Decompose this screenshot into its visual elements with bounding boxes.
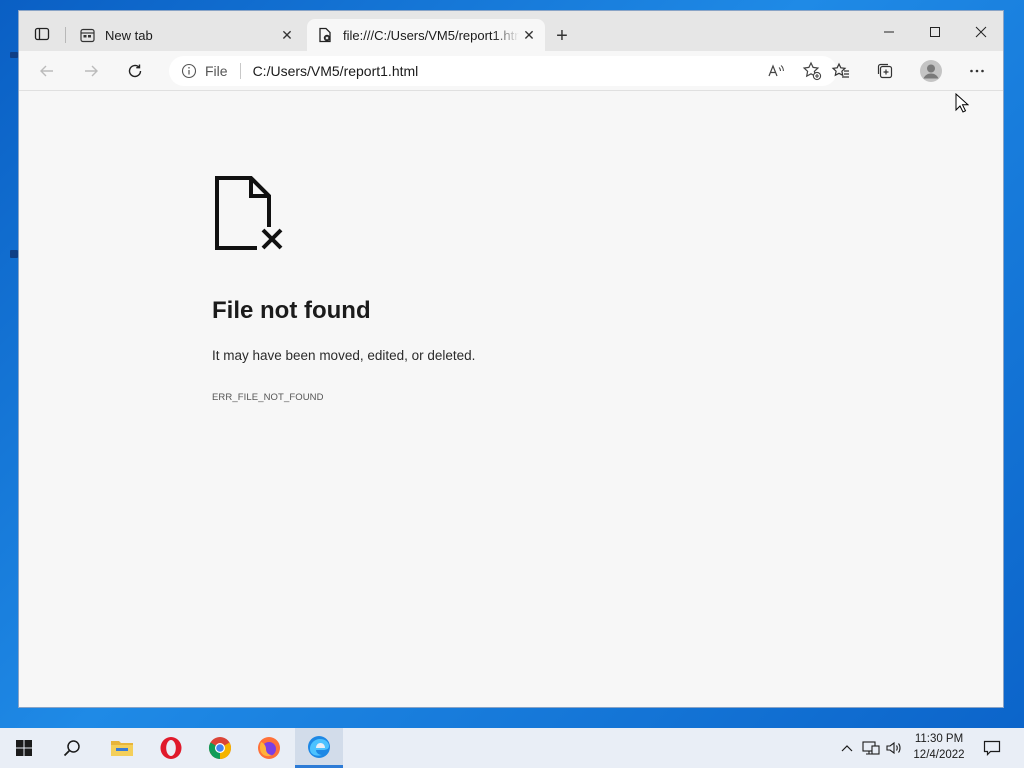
address-bar[interactable]: File C:/Users/VM5/report1.html	[169, 56, 837, 86]
tab-close-icon[interactable]: ✕	[519, 25, 539, 45]
notification-icon	[983, 740, 1001, 756]
file-not-found-icon	[215, 176, 285, 251]
volume-icon	[886, 741, 901, 755]
favorites-button[interactable]	[827, 58, 855, 84]
volume-button[interactable]	[884, 728, 904, 768]
network-button[interactable]	[861, 728, 881, 768]
mouse-cursor-icon	[955, 93, 969, 113]
search-icon	[63, 740, 80, 757]
profile-button[interactable]	[917, 58, 945, 84]
taskbar-opera[interactable]	[147, 728, 195, 768]
clock-time: 11:30 PM	[914, 733, 964, 745]
minimize-icon	[884, 31, 894, 33]
taskbar-search-button[interactable]	[48, 728, 96, 768]
show-hidden-icons-button[interactable]	[838, 728, 856, 768]
refresh-icon	[128, 64, 142, 78]
collections-button[interactable]	[871, 58, 899, 84]
chevron-up-icon	[841, 745, 853, 752]
back-button[interactable]	[33, 58, 61, 84]
page-title: File not found	[212, 297, 371, 324]
url-text[interactable]: C:/Users/VM5/report1.html	[253, 63, 765, 79]
tab-divider	[65, 27, 66, 43]
more-options-icon	[970, 69, 984, 73]
tab-actions-icon	[34, 27, 50, 41]
tab-actions-button[interactable]	[31, 23, 53, 45]
close-icon	[975, 26, 987, 38]
network-icon	[862, 741, 880, 755]
start-icon	[16, 740, 32, 756]
forward-button[interactable]	[77, 58, 105, 84]
refresh-button[interactable]	[121, 58, 149, 84]
desktop-icon-fragment	[10, 52, 18, 58]
taskbar-edge[interactable]	[295, 728, 343, 768]
tab-title: New tab	[105, 27, 153, 43]
tab-close-icon[interactable]: ✕	[277, 25, 297, 45]
maximize-icon	[930, 27, 940, 37]
new-tab-button[interactable]: +	[551, 25, 573, 47]
start-button[interactable]	[0, 728, 48, 768]
address-divider	[239, 63, 241, 79]
taskbar-chrome[interactable]	[196, 728, 244, 768]
error-description: It may have been moved, edited, or delet…	[212, 348, 476, 363]
notifications-button[interactable]	[978, 728, 1006, 768]
desktop-icon-fragment	[10, 250, 18, 258]
favorites-icon	[831, 62, 849, 78]
page-content: File not found It may have been moved, e…	[19, 91, 1003, 707]
tab-report1[interactable]: file:///C:/Users/VM5/report1.html ✕	[307, 19, 545, 51]
avatar-icon	[920, 60, 942, 82]
file-explorer-icon	[111, 741, 133, 756]
tab-new-tab[interactable]: New tab ✕	[69, 19, 303, 51]
edge-icon	[308, 735, 330, 758]
minimize-button[interactable]	[866, 17, 912, 47]
taskbar: 11:30 PM 12/4/2022	[0, 728, 1024, 768]
forward-arrow-icon	[85, 65, 98, 77]
taskbar-firefox[interactable]	[245, 728, 293, 768]
tab-title: file:///C:/Users/VM5/report1.html	[343, 27, 519, 43]
back-arrow-icon	[40, 65, 53, 77]
tab-strip: New tab ✕ file:///C:/Users/VM5/report1.h…	[19, 11, 1003, 51]
clock-date: 12/4/2022	[913, 749, 965, 761]
close-window-button[interactable]	[958, 17, 1004, 47]
new-tab-page-icon	[79, 27, 95, 43]
chrome-icon	[209, 737, 231, 759]
read-aloud-icon[interactable]	[765, 60, 787, 82]
browser-toolbar: File C:/Users/VM5/report1.html	[19, 51, 1003, 91]
maximize-button[interactable]	[912, 17, 958, 47]
error-code: ERR_FILE_NOT_FOUND	[212, 392, 324, 403]
add-favorite-icon[interactable]	[801, 60, 823, 82]
browser-window: New tab ✕ file:///C:/Users/VM5/report1.h…	[18, 10, 1004, 708]
plus-icon: +	[556, 24, 568, 47]
info-icon[interactable]	[181, 63, 197, 79]
taskbar-file-explorer[interactable]	[98, 728, 146, 768]
settings-more-button[interactable]	[963, 58, 991, 84]
system-clock[interactable]: 11:30 PM 12/4/2022	[906, 731, 972, 763]
file-error-icon	[317, 27, 333, 43]
site-info-label[interactable]: File	[205, 63, 228, 79]
collections-icon	[877, 63, 893, 79]
firefox-icon	[258, 737, 280, 759]
opera-icon	[160, 737, 182, 759]
